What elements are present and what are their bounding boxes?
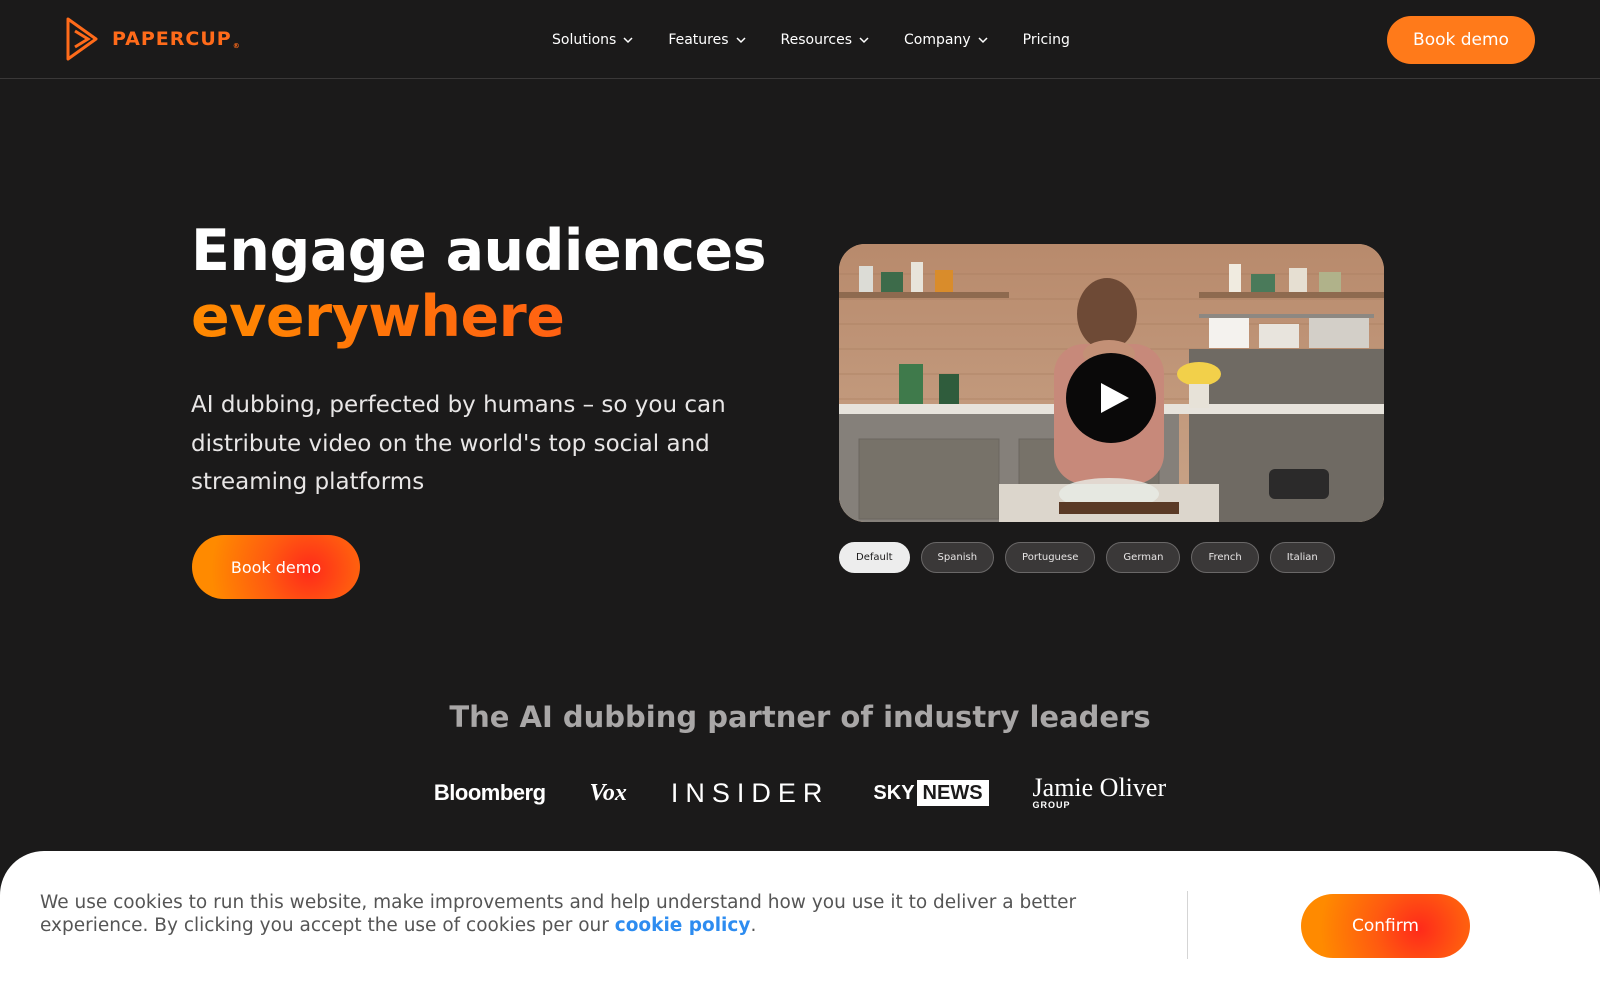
chevron-down-icon [978, 36, 988, 43]
hero-book-demo-button[interactable]: Book demo [192, 535, 360, 599]
language-option-default[interactable]: Default [839, 542, 910, 573]
language-option-italian[interactable]: Italian [1269, 542, 1335, 573]
vox-logo: Vox [589, 779, 627, 806]
hero-title-line1: Engage audiences [191, 218, 767, 284]
play-button[interactable] [1066, 353, 1156, 443]
top-navigation: PAPERCUP® Solutions Features Resources C… [0, 0, 1600, 79]
menu-item-resources[interactable]: Resources [781, 32, 871, 48]
menu-label: Company [904, 31, 971, 48]
menu-item-features[interactable]: Features [668, 32, 746, 48]
chevron-down-icon [623, 36, 633, 43]
menu-label: Resources [780, 31, 853, 48]
jamie-oliver-group-logo: Jamie Oliver GROUP [1032, 773, 1167, 811]
nav-book-demo-button[interactable]: Book demo [1387, 16, 1535, 64]
menu-item-solutions[interactable]: Solutions [552, 32, 634, 48]
language-option-spanish[interactable]: Spanish [920, 542, 995, 573]
language-option-french[interactable]: French [1191, 542, 1259, 573]
language-option-german[interactable]: German [1106, 542, 1181, 573]
language-selector: Default Spanish Portuguese German French… [839, 542, 1335, 573]
menu-label: Features [668, 31, 729, 48]
cookie-divider [1187, 891, 1188, 959]
hero-subtitle: AI dubbing, perfected by humans – so you… [191, 392, 726, 495]
papercup-logo[interactable]: PAPERCUP® [64, 17, 241, 61]
video-player[interactable] [839, 244, 1384, 522]
cookie-message: We use cookies to run this website, make… [40, 892, 1077, 936]
partners-heading: The AI dubbing partner of industry leade… [449, 700, 1151, 734]
hero-title: Engage audiences everywhere [191, 218, 767, 350]
insider-logo: INSIDER [670, 777, 830, 808]
papercup-logo-mark-icon [66, 17, 98, 61]
cookie-policy-link[interactable]: cookie policy [615, 915, 751, 936]
language-option-portuguese[interactable]: Portuguese [1005, 542, 1096, 573]
menu-label: Pricing [1022, 31, 1070, 48]
menu-label: Solutions [552, 31, 617, 48]
play-icon [1101, 383, 1129, 413]
main-menu: Solutions Features Resources Company Pri… [552, 0, 1070, 79]
cookie-confirm-button[interactable]: Confirm [1301, 894, 1470, 958]
menu-item-pricing[interactable]: Pricing [1023, 32, 1070, 48]
bloomberg-logo: Bloomberg [433, 780, 546, 805]
hero-title-highlight: everywhere [191, 284, 766, 350]
cookie-banner: We use cookies to run this website, make… [0, 851, 1600, 1000]
partner-logos: Bloomberg Vox INSIDER SKY NEWS Jamie Oli… [0, 773, 1600, 811]
sky-news-logo: SKY NEWS [873, 780, 989, 806]
chevron-down-icon [736, 36, 746, 43]
menu-item-company[interactable]: Company [904, 32, 989, 48]
chevron-down-icon [859, 36, 869, 43]
logo-wordmark: PAPERCUP® [112, 28, 241, 50]
